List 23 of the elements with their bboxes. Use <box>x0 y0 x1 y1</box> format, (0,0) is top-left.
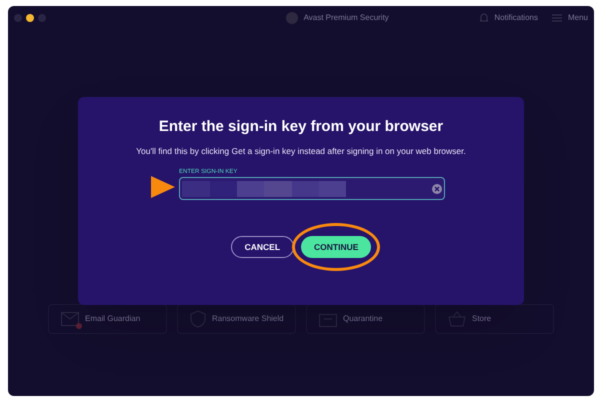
tile-label: Quarantine <box>343 313 383 325</box>
dialog-title: Enter the sign-in key from your browser <box>158 117 444 137</box>
tile-label: Store <box>472 313 492 325</box>
envelope-icon <box>61 312 79 326</box>
clear-icon[interactable] <box>432 184 442 194</box>
dialog-subtitle: You'll find this by clicking Get a sign-in key instead after signing in on your web browser. <box>136 144 466 158</box>
tile-label: Email Guardian <box>85 313 140 325</box>
zoom-icon[interactable] <box>38 14 46 22</box>
cancel-button[interactable]: CANCEL <box>230 236 294 258</box>
notifications-link[interactable]: Notifications <box>494 12 538 24</box>
sign-in-key-field[interactable] <box>179 177 445 200</box>
tile-label: Ransomware Shield <box>212 313 284 325</box>
logo-icon <box>286 12 298 24</box>
minimize-icon[interactable] <box>26 14 34 22</box>
arrow-icon <box>151 176 175 198</box>
window-title: Avast Premium Security <box>304 12 389 24</box>
menu-link[interactable]: Menu <box>568 12 588 24</box>
bell-icon[interactable] <box>480 13 488 23</box>
close-icon[interactable] <box>14 14 22 22</box>
menu-icon[interactable] <box>552 14 562 22</box>
continue-button[interactable]: CONTINUE <box>301 236 372 258</box>
basket-icon <box>448 311 466 327</box>
shield-icon <box>190 310 206 328</box>
